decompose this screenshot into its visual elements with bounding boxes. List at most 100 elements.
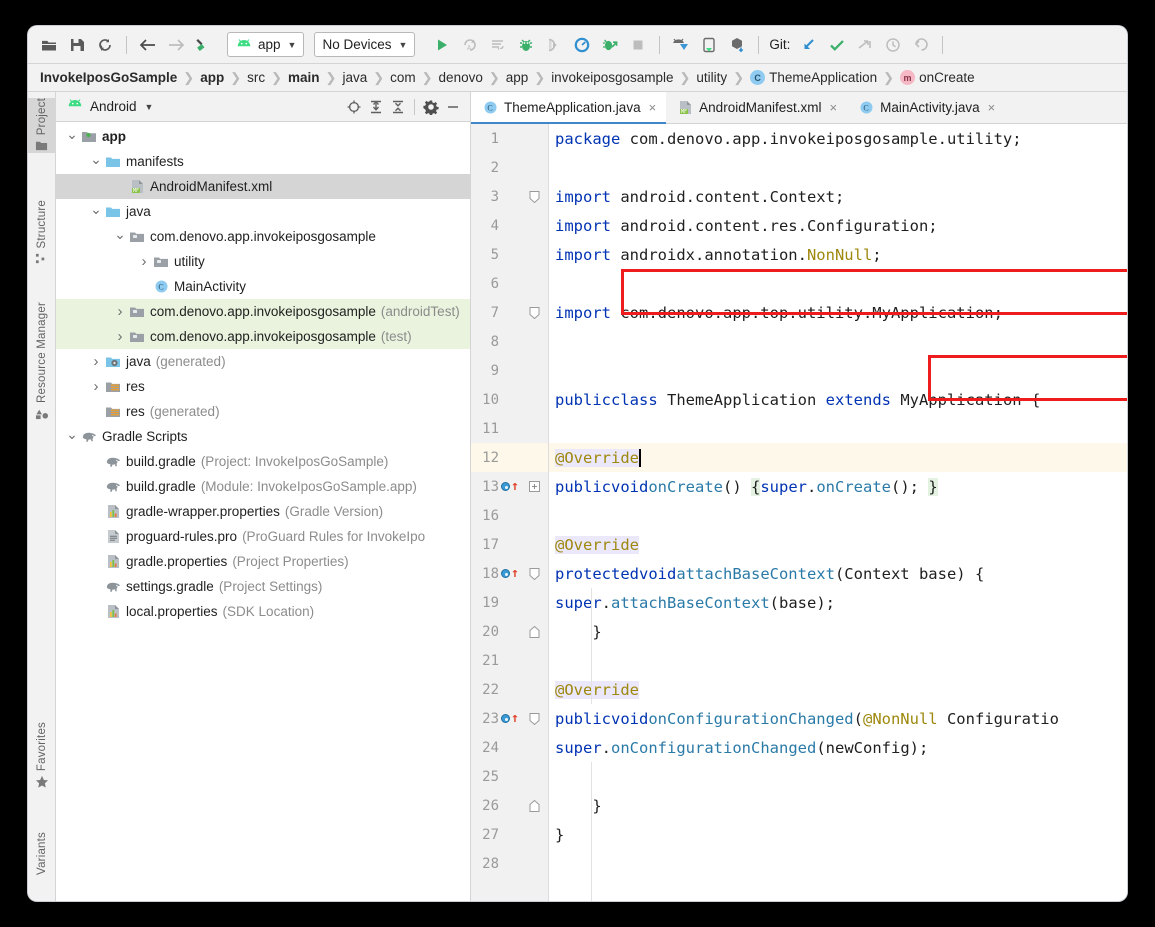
code-line[interactable]: @Override: [549, 443, 1127, 472]
tree-node[interactable]: ⌄ manifests: [56, 149, 470, 174]
fold-toggle-icon[interactable]: [521, 306, 547, 319]
back-arrow-icon[interactable]: [135, 32, 161, 58]
code-line[interactable]: protected void attachBaseContext (Context…: [549, 559, 1127, 588]
code-text[interactable]: package com.denovo.app.invokeiposgosampl…: [549, 124, 1127, 901]
gutter-marker[interactable]: ↑: [499, 567, 521, 580]
close-icon[interactable]: ×: [649, 100, 657, 115]
code-line[interactable]: [549, 646, 1127, 675]
gutter-line[interactable]: 3: [471, 182, 548, 211]
gutter-line[interactable]: 17: [471, 530, 548, 559]
code-view[interactable]: 1 2 3 4 5 6 7 8 9 10 11 12 13 ↑ 16 17 18 ↑ 19 20 21 22 23 ↑ 24 25…: [471, 124, 1127, 901]
code-line[interactable]: public void onConfigurationChanged(@NonN…: [549, 704, 1127, 733]
gutter-marker[interactable]: ↑: [499, 480, 521, 493]
breadcrumb-item-invokeiposgosample[interactable]: invokeiposgosample: [551, 70, 673, 85]
project-tree[interactable]: ⌄ app ⌄ manifests MF AndroidManifest.xml ⌄ java…: [56, 122, 470, 901]
device-selector[interactable]: No Devices ▼: [314, 32, 416, 57]
git-update-icon[interactable]: [796, 32, 822, 58]
code-line[interactable]: super. attachBaseContext (base);: [549, 588, 1127, 617]
implementing-method-icon[interactable]: [501, 569, 511, 578]
gutter-line[interactable]: 12: [471, 443, 548, 472]
chevron-down-icon[interactable]: ⌄: [88, 151, 104, 168]
tree-node[interactable]: C MainActivity: [56, 274, 470, 299]
close-icon[interactable]: ×: [988, 100, 996, 115]
avd-manager-icon[interactable]: [668, 32, 694, 58]
gutter-line[interactable]: 9: [471, 356, 548, 385]
profiler-icon[interactable]: [569, 32, 595, 58]
chevron-down-icon[interactable]: ⌄: [64, 426, 80, 443]
gutter-line[interactable]: 6: [471, 269, 548, 298]
gutter-line[interactable]: 11: [471, 414, 548, 443]
close-icon[interactable]: ×: [829, 100, 837, 115]
code-line[interactable]: }: [549, 820, 1127, 849]
code-line[interactable]: [549, 356, 1127, 385]
tree-node[interactable]: ⌄ Gradle Scripts: [56, 424, 470, 449]
code-line[interactable]: import androidx.annotation. NonNull;: [549, 240, 1127, 269]
tree-node[interactable]: › com.denovo.app.invokeiposgosample (andro…: [56, 299, 470, 324]
code-line[interactable]: public void onCreate() { super. onCreate(…: [549, 472, 1127, 501]
gutter-line[interactable]: 8: [471, 327, 548, 356]
gutter-line[interactable]: 24: [471, 733, 548, 762]
line-number-gutter[interactable]: 1 2 3 4 5 6 7 8 9 10 11 12 13 ↑ 16 17 18 ↑ 19 20 21 22 23 ↑ 24 25…: [471, 124, 549, 901]
code-line[interactable]: [549, 849, 1127, 878]
sdk-manager-icon[interactable]: [724, 32, 750, 58]
gutter-line[interactable]: 28: [471, 849, 548, 878]
code-line[interactable]: [549, 327, 1127, 356]
collapse-all-icon[interactable]: [387, 96, 409, 118]
gutter-marker[interactable]: ↑: [499, 712, 521, 725]
tree-node[interactable]: ⌄ app: [56, 124, 470, 149]
override-arrow-icon[interactable]: ↑: [511, 712, 519, 725]
gutter-line[interactable]: 13 ↑: [471, 472, 548, 501]
breadcrumb-item-com[interactable]: com: [390, 70, 416, 85]
gutter-line[interactable]: 2: [471, 153, 548, 182]
tree-node[interactable]: settings.gradle (Project Settings): [56, 574, 470, 599]
rail-item-project[interactable]: Project: [28, 98, 56, 154]
gutter-line[interactable]: 23 ↑: [471, 704, 548, 733]
breadcrumb-item-denovo[interactable]: denovo: [439, 70, 483, 85]
save-all-icon[interactable]: [64, 32, 90, 58]
code-line[interactable]: import android.content.Context;: [549, 182, 1127, 211]
gutter-line[interactable]: 18 ↑: [471, 559, 548, 588]
fold-toggle-icon[interactable]: [521, 625, 547, 638]
run-icon[interactable]: [429, 32, 455, 58]
code-line[interactable]: [549, 501, 1127, 530]
breadcrumb-item-themeapplication[interactable]: C ThemeApplication: [750, 70, 877, 85]
code-line[interactable]: @Override: [549, 675, 1127, 704]
chevron-down-icon[interactable]: ⌄: [64, 126, 80, 143]
chevron-right-icon[interactable]: ›: [88, 353, 104, 370]
gutter-line[interactable]: 7: [471, 298, 548, 327]
gutter-line[interactable]: 10: [471, 385, 548, 414]
rail-item-variants[interactable]: Variants: [28, 832, 56, 875]
open-folder-icon[interactable]: [36, 32, 62, 58]
breadcrumb-item-app[interactable]: app: [200, 70, 224, 85]
rail-item-favorites[interactable]: Favorites: [28, 722, 56, 789]
override-arrow-icon[interactable]: ↑: [511, 480, 519, 493]
fold-toggle-icon[interactable]: [521, 190, 547, 203]
code-line[interactable]: super. onConfigurationChanged (newConfig);: [549, 733, 1127, 762]
debug-icon[interactable]: [513, 32, 539, 58]
breadcrumb-item-invokeiposgosample[interactable]: InvokeIposGoSample: [40, 70, 177, 85]
tree-node[interactable]: › com.denovo.app.invokeiposgosample (test): [56, 324, 470, 349]
gutter-line[interactable]: 26: [471, 791, 548, 820]
editor-tab-mainactivity-java[interactable]: C MainActivity.java ×: [847, 92, 1005, 123]
gutter-line[interactable]: 19: [471, 588, 548, 617]
code-line[interactable]: }: [549, 791, 1127, 820]
gutter-line[interactable]: 27: [471, 820, 548, 849]
hide-panel-icon[interactable]: [442, 96, 464, 118]
chevron-right-icon[interactable]: ›: [136, 253, 152, 270]
gutter-line[interactable]: 22: [471, 675, 548, 704]
breadcrumb-item-app[interactable]: app: [506, 70, 529, 85]
fold-toggle-icon[interactable]: [521, 799, 547, 812]
breadcrumb-item-utility[interactable]: utility: [696, 70, 727, 85]
tree-node[interactable]: › java (generated): [56, 349, 470, 374]
device-file-explorer-icon[interactable]: [696, 32, 722, 58]
select-opened-file-icon[interactable]: [343, 96, 365, 118]
chevron-down-icon[interactable]: ⌄: [112, 226, 128, 243]
override-arrow-icon[interactable]: ↑: [511, 567, 519, 580]
editor-tab-androidmanifest-xml[interactable]: MF AndroidManifest.xml ×: [666, 92, 847, 123]
gutter-line[interactable]: 21: [471, 646, 548, 675]
editor-tab-themeapplication-java[interactable]: C ThemeApplication.java ×: [471, 92, 667, 124]
chevron-down-icon[interactable]: ▼: [145, 102, 154, 112]
tree-node[interactable]: proguard-rules.pro (ProGuard Rules for In…: [56, 524, 470, 549]
tree-node[interactable]: ⌄ com.denovo.app.invokeiposgosample: [56, 224, 470, 249]
gear-icon[interactable]: [420, 96, 442, 118]
